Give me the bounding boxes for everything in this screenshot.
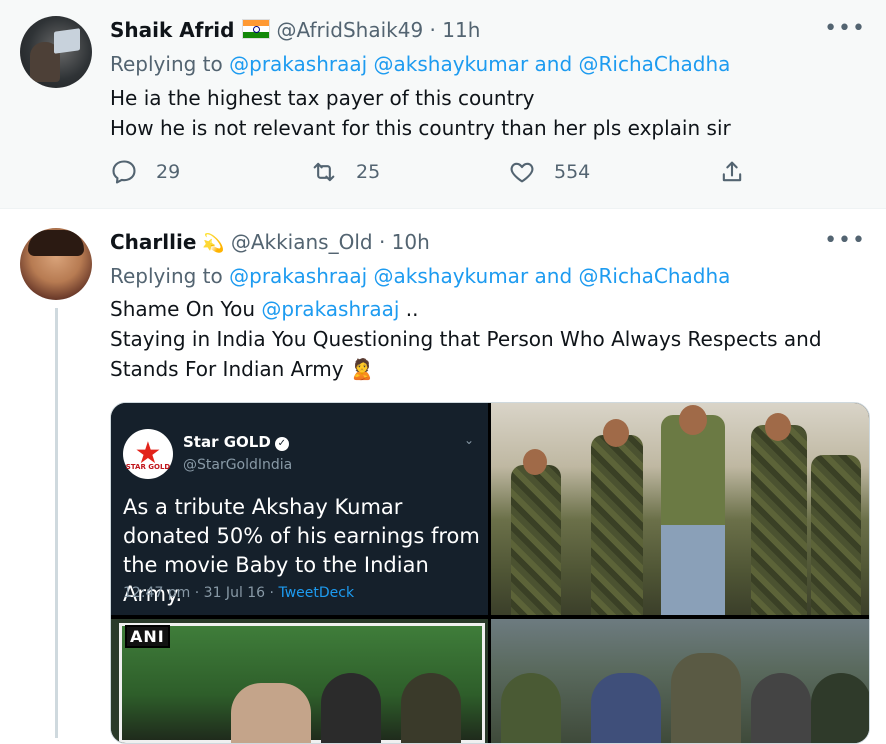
- reply-button[interactable]: 29: [110, 158, 180, 186]
- like-button[interactable]: 554: [508, 158, 590, 186]
- logo-label: STAR GOLD: [125, 463, 171, 471]
- tweet-text-line: How he is not relevant for this country …: [110, 116, 731, 140]
- retweet-count: 25: [356, 161, 381, 183]
- avatar-screen: [54, 28, 80, 54]
- embedded-time-text: 12:47 pm · 31 Jul 16 ·: [123, 585, 274, 601]
- avatar[interactable]: [20, 228, 92, 300]
- photo-figure: [591, 673, 661, 743]
- verified-icon: ✓: [274, 437, 289, 451]
- photo-figure: [321, 673, 381, 743]
- photo-figure: [751, 673, 811, 743]
- like-count: 554: [554, 161, 591, 183]
- tweet-text: Shame On You @prakashraaj .. Staying in …: [110, 294, 822, 384]
- photo-figure: [501, 673, 561, 743]
- mention-link[interactable]: @akshaykumar: [374, 52, 529, 76]
- tweet-1[interactable]: Shaik Afrid @AfridShaik49 · 11h ••• Reply…: [0, 0, 886, 209]
- photo-figure: [671, 653, 741, 743]
- india-flag-icon: [242, 19, 271, 39]
- tweet-text: He ia the highest tax payer of this coun…: [110, 83, 731, 143]
- replying-to: Replying to @prakashraaj @akshaykumar an…: [110, 264, 730, 288]
- mention-link[interactable]: @prakashraaj: [229, 264, 367, 288]
- retweet-icon: [313, 162, 335, 182]
- photo-figure: [765, 413, 791, 441]
- photo-figure: [751, 425, 807, 615]
- replying-to: Replying to @prakashraaj @akshaykumar an…: [110, 52, 730, 76]
- mention-link[interactable]: @prakashraaj: [229, 52, 367, 76]
- dizzy-emoji-icon: 💫: [202, 233, 225, 254]
- author-handle[interactable]: @Akkians_Old: [231, 230, 373, 254]
- media-grid[interactable]: ★ STAR GOLD Star GOLD ✓ @StarGoldIndia ⌄ …: [110, 402, 870, 744]
- text-segment: Shame On You: [110, 297, 256, 321]
- retweet-button[interactable]: 25: [310, 158, 380, 186]
- media-photo-embedded-tweet[interactable]: ★ STAR GOLD Star GOLD ✓ @StarGoldIndia ⌄ …: [111, 403, 488, 615]
- tweet-header: Shaik Afrid @AfridShaik49 · 11h: [110, 18, 480, 42]
- tweet-text-line: Staying in India You Questioning that Pe…: [110, 327, 822, 351]
- person-emoji-icon: 🙎: [349, 357, 375, 381]
- like-icon: [510, 162, 534, 183]
- embedded-name-text: Star GOLD: [183, 433, 271, 451]
- media-photo-crowd[interactable]: ANI: [111, 619, 488, 743]
- ani-watermark: ANI: [125, 625, 170, 648]
- media-photo-soldiers[interactable]: [491, 403, 869, 615]
- author-name[interactable]: Shaik Afrid: [110, 18, 234, 42]
- text-segment: ..: [405, 297, 419, 321]
- avatar[interactable]: [20, 16, 92, 88]
- replying-to-label: Replying to: [110, 52, 223, 76]
- photo-figure: [591, 435, 643, 615]
- tweet-text-line: Shame On You @prakashraaj ..: [110, 294, 822, 324]
- embedded-timestamp: 12:47 pm · 31 Jul 16 · TweetDeck: [123, 585, 354, 601]
- replying-and: and: [534, 52, 573, 76]
- photo-figure: [523, 449, 547, 475]
- text-segment: Stands For Indian Army: [110, 357, 344, 381]
- replying-and: and: [534, 264, 573, 288]
- star-gold-logo: ★ STAR GOLD: [123, 429, 173, 479]
- share-button[interactable]: [718, 158, 764, 186]
- reply-count: 29: [156, 161, 181, 183]
- embedded-author-name: Star GOLD ✓: [183, 433, 289, 451]
- reply-icon: [112, 160, 136, 184]
- embedded-author-handle: @StarGoldIndia: [183, 457, 293, 473]
- media-photo-group[interactable]: [491, 619, 869, 743]
- tweet-text-line: Stands For Indian Army 🙎: [110, 354, 822, 384]
- replying-to-label: Replying to: [110, 264, 223, 288]
- thread-line: [55, 308, 58, 738]
- photo-figure: [661, 415, 725, 615]
- tweet-actions: 29 25 554: [110, 158, 750, 194]
- more-icon[interactable]: •••: [824, 228, 866, 253]
- embedded-source: TweetDeck: [278, 585, 355, 601]
- more-icon[interactable]: •••: [824, 16, 866, 41]
- photo-figure: [679, 405, 707, 435]
- chevron-down-icon: ⌄: [463, 433, 474, 447]
- share-icon: [722, 161, 742, 182]
- tweet-text-line: He ia the highest tax payer of this coun…: [110, 86, 535, 110]
- timestamp[interactable]: · 10h: [379, 230, 430, 254]
- mention-link[interactable]: @akshaykumar: [374, 264, 529, 288]
- author-handle[interactable]: @AfridShaik49: [276, 18, 423, 42]
- mention-link[interactable]: @RichaChadha: [579, 52, 731, 76]
- mention-link[interactable]: @RichaChadha: [579, 264, 731, 288]
- timestamp[interactable]: · 11h: [430, 18, 481, 42]
- photo-figure: [811, 673, 869, 743]
- photo-figure: [511, 465, 561, 615]
- tweet-header: Charllie 💫 @Akkians_Old · 10h: [110, 230, 430, 256]
- photo-figure: [231, 683, 311, 743]
- photo-figure: [603, 419, 629, 447]
- author-name[interactable]: Charllie: [110, 230, 196, 254]
- avatar-hair: [28, 230, 84, 256]
- mention-link[interactable]: @prakashraaj: [261, 297, 399, 321]
- photo-figure: [811, 455, 861, 615]
- photo-figure: [401, 673, 461, 743]
